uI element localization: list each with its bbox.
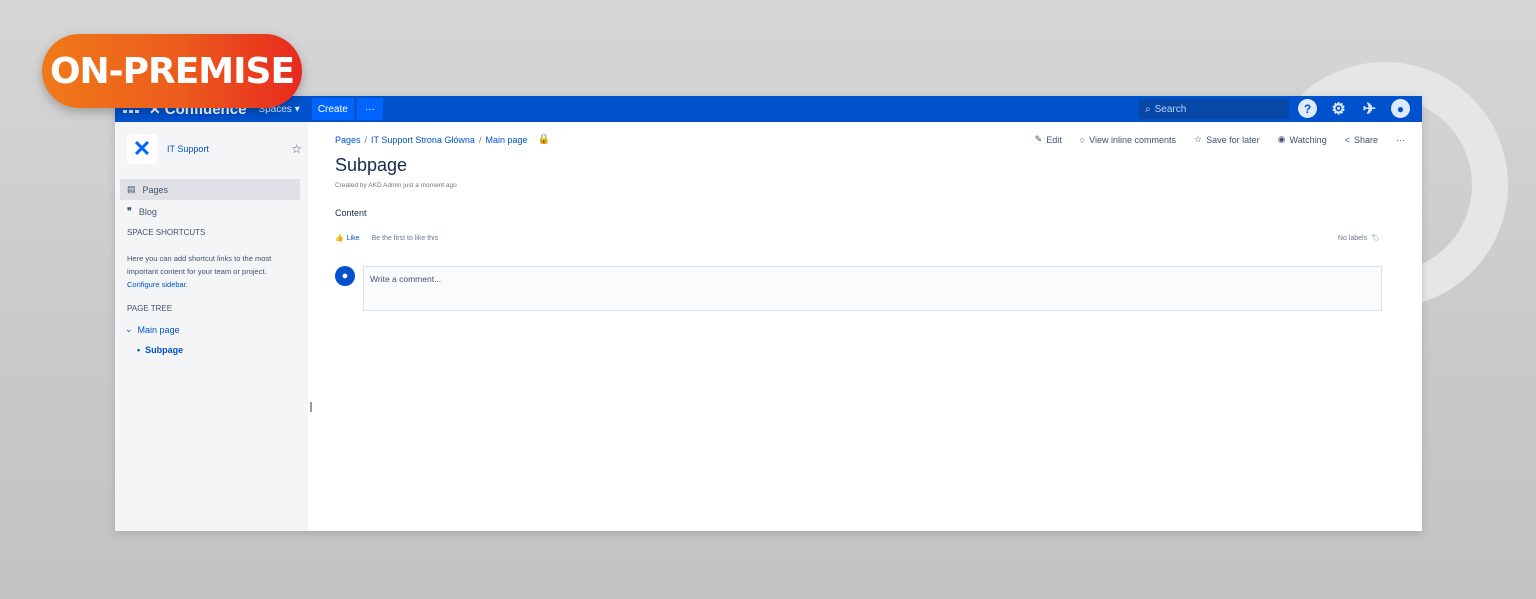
tree-item-main-page[interactable]: ⌄ Main page — [125, 324, 180, 335]
pencil-icon: ✎ — [1034, 134, 1043, 144]
notifications-icon[interactable]: ✈ — [1360, 99, 1379, 118]
create-more-button[interactable]: ··· — [356, 98, 383, 120]
page-tree-title: PAGE TREE — [127, 304, 173, 313]
sidebar: ✕ IT Support ☆ ▤ Pages ❞ Blog SPACE SHOR… — [115, 122, 308, 531]
breadcrumb-pages[interactable]: Pages — [335, 135, 361, 145]
user-avatar: ● — [335, 266, 355, 286]
configure-sidebar-link[interactable]: Configure sidebar. — [127, 278, 299, 291]
pages-icon: ▤ — [127, 184, 136, 194]
breadcrumb-separator: / — [478, 134, 482, 145]
edit-label: Edit — [1046, 134, 1062, 145]
sidebar-item-blog[interactable]: ❞ Blog — [120, 201, 300, 222]
watching-button[interactable]: ◉ Watching — [1278, 134, 1327, 145]
share-button[interactable]: < Share — [1345, 135, 1378, 145]
search-input[interactable]: ⌕ Search — [1139, 99, 1289, 119]
share-icon: < — [1344, 134, 1350, 145]
create-button[interactable]: Create — [311, 98, 354, 120]
lock-icon[interactable]: 🔒 — [538, 134, 550, 145]
comment-input[interactable]: Write a comment... — [363, 266, 1382, 311]
labels-section[interactable]: No labels 🏷 — [1337, 234, 1380, 243]
sidebar-item-pages[interactable]: ▤ Pages — [120, 179, 300, 200]
quote-icon: ❞ — [127, 206, 132, 216]
page-body: Content — [335, 208, 367, 218]
breadcrumb-main-page[interactable]: Main page — [485, 135, 527, 145]
like-label: Like — [346, 234, 360, 242]
space-logo-icon[interactable]: ✕ — [127, 134, 157, 164]
first-like-text: Be the first to like this — [371, 234, 439, 242]
on-premise-badge: ON-PREMISE — [42, 34, 302, 108]
breadcrumb: Pages / IT Support Strona Główna / Main … — [335, 134, 550, 145]
tree-item-label: Subpage — [145, 345, 184, 355]
page-title: Subpage — [335, 155, 408, 175]
eye-icon: ◉ — [1277, 134, 1286, 144]
chevron-down-icon[interactable]: ⌄ — [125, 324, 133, 335]
star-icon: ☆ — [1194, 134, 1203, 144]
more-actions-button[interactable]: ··· — [1396, 135, 1405, 145]
tag-icon: 🏷 — [1371, 235, 1380, 242]
space-shortcuts-title: SPACE SHORTCUTS — [127, 228, 206, 237]
breadcrumb-home[interactable]: IT Support Strona Główna — [371, 135, 475, 145]
sidebar-item-label: Pages — [142, 184, 169, 195]
thumbs-up-icon: 👍 — [335, 235, 344, 242]
sidebar-resize-handle[interactable] — [310, 402, 312, 412]
top-navigation-bar: ✕ Confluence Spaces ▾ Create ··· ⌕ Searc… — [115, 96, 1422, 122]
sidebar-item-label: Blog — [138, 206, 157, 217]
page-actions: ✎ Edit ○ View inline comments ☆ Save for… — [1035, 134, 1405, 145]
edit-button[interactable]: ✎ Edit — [1035, 134, 1062, 145]
no-labels-text: No labels — [1337, 234, 1368, 242]
search-icon: ⌕ — [1145, 103, 1151, 115]
tree-item-subpage[interactable]: • Subpage — [137, 345, 183, 355]
space-name-link[interactable]: IT Support — [167, 144, 281, 154]
comment-placeholder: Write a comment... — [370, 274, 442, 284]
breadcrumb-separator: / — [364, 134, 368, 145]
space-header: ✕ IT Support ☆ — [127, 134, 302, 164]
confluence-window: ✕ Confluence Spaces ▾ Create ··· ⌕ Searc… — [115, 96, 1422, 531]
gear-icon[interactable]: ⚙ — [1329, 99, 1348, 118]
tree-item-label: Main page — [137, 324, 180, 335]
comment-icon: ○ — [1079, 134, 1086, 145]
top-right-icons: ? ⚙ ✈ ● — [1298, 99, 1410, 118]
inline-comments-button[interactable]: ○ View inline comments — [1080, 135, 1176, 145]
space-shortcuts-text: Here you can add shortcut links to the m… — [127, 252, 299, 291]
page-byline: Created by AKD Admin just a moment ago — [335, 182, 457, 189]
share-label: Share — [1353, 134, 1378, 145]
chevron-down-icon: ▾ — [294, 103, 300, 115]
avatar[interactable]: ● — [1391, 99, 1410, 118]
watching-label: Watching — [1289, 134, 1327, 145]
inline-comments-label: View inline comments — [1089, 134, 1177, 145]
save-for-later-button[interactable]: ☆ Save for later — [1194, 134, 1260, 145]
bullet-icon: • — [137, 345, 141, 355]
shortcuts-description: Here you can add shortcut links to the m… — [127, 254, 272, 276]
like-button[interactable]: 👍 Like — [335, 234, 360, 243]
star-icon[interactable]: ☆ — [291, 142, 302, 156]
page-content: Pages / IT Support Strona Główna / Main … — [335, 122, 1405, 531]
save-later-label: Save for later — [1206, 134, 1260, 145]
like-row: 👍 Like Be the first to like this — [335, 234, 439, 243]
search-placeholder: Search — [1154, 103, 1187, 115]
help-icon[interactable]: ? — [1298, 99, 1317, 118]
